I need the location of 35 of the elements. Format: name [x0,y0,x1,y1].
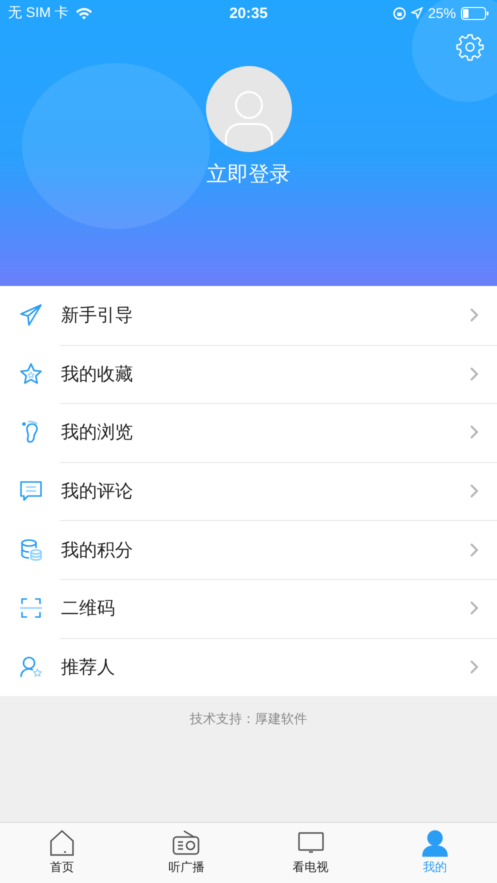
comment-icon [19,479,43,504]
chevron-icon [469,424,479,440]
carrier-text: 无 SIM 卡 [8,4,69,22]
rotation-lock-icon [392,6,406,20]
user-star-icon [19,654,43,679]
chevron-icon [469,658,479,675]
paper-plane-icon [19,303,43,328]
settings-icon[interactable] [456,33,484,61]
battery-icon [461,6,489,20]
location-icon [410,7,423,19]
tab[interactable]: 听广播 [124,823,248,883]
star-icon [19,362,43,386]
coins-icon [19,538,43,562]
footer-text: 技术支持：厚建软件 [190,711,307,730]
tab[interactable]: 看电视 [248,823,373,883]
wifi-icon [74,6,93,20]
person-icon [420,829,449,857]
chevron-icon [469,483,479,500]
menu-item[interactable]: 二维码 [0,578,497,638]
chevron-icon [469,366,479,382]
menu-item[interactable]: 我的评论 [0,462,497,520]
battery-text: 25% [428,5,456,21]
chevron-icon [469,307,479,324]
radio-icon [172,829,200,857]
menu-item[interactable]: 新手引导 [0,286,497,345]
tab[interactable]: 首页 [0,823,124,883]
scan-icon [19,596,43,620]
menu-item[interactable]: 我的收藏 [0,344,497,404]
clock-text: 20:35 [229,4,268,22]
chevron-icon [469,542,479,558]
menu-item[interactable]: 我的积分 [0,520,497,579]
house-icon [48,829,76,857]
menu-item[interactable]: 我的浏览 [0,403,497,462]
menu-item[interactable]: 推荐人 [0,638,497,696]
chevron-icon [469,600,479,616]
